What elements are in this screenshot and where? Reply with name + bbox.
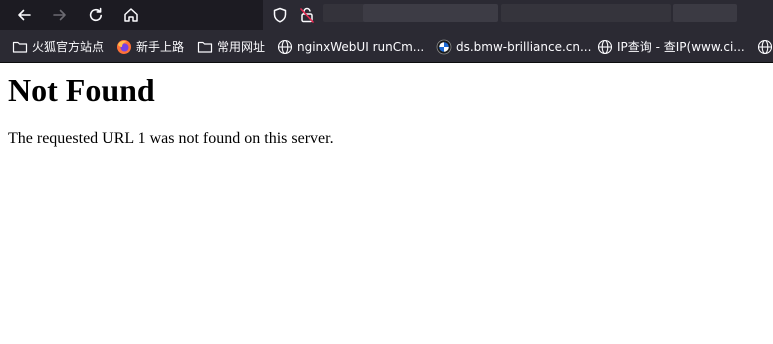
bookmark-ip-query[interactable]: IP查询 - 查IP(www.ci... — [597, 30, 745, 62]
connection-info-button[interactable] — [295, 3, 319, 27]
url-text-blurred — [323, 4, 365, 22]
bookmark-folder-common-sites[interactable]: 常用网址 — [197, 30, 266, 62]
globe-icon — [277, 39, 293, 55]
forward-button[interactable] — [48, 3, 72, 27]
url-text-blurred — [363, 4, 498, 22]
bookmark-label: IP查询 - 查IP(www.ci... — [617, 40, 745, 54]
tracking-protection-button[interactable] — [268, 3, 292, 27]
bookmark-bmw-brilliance[interactable]: ds.bmw-brilliance.cn... — [436, 30, 592, 62]
firefox-icon — [116, 39, 132, 55]
bookmark-label: 常用网址 — [217, 40, 266, 54]
bookmark-label: 新手上路 — [136, 40, 185, 54]
error-message: The requested URL 1 was not found on thi… — [8, 130, 334, 147]
globe-icon — [597, 39, 613, 55]
bookmark-label: nginxWebUI runCm... — [297, 39, 425, 54]
page-content: Not Found The requested URL 1 was not fo… — [0, 64, 773, 344]
arrow-right-icon — [53, 9, 66, 21]
folder-icon — [12, 39, 28, 55]
bookmark-getting-started[interactable]: 新手上路 — [116, 30, 185, 62]
insecure-lock-icon — [300, 7, 314, 23]
home-icon — [124, 8, 138, 22]
reload-icon — [89, 7, 102, 22]
url-bar[interactable] — [263, 0, 773, 30]
bookmark-folder-firefox-official[interactable]: 火狐官方站点 — [12, 30, 105, 62]
back-button[interactable] — [12, 3, 36, 27]
page-title: Not Found — [8, 72, 155, 108]
url-text-blurred — [673, 4, 737, 22]
bookmark-label: ds.bmw-brilliance.cn... — [456, 39, 592, 54]
bmw-icon — [436, 39, 452, 55]
bookmark-label: 火狐官方站点 — [32, 40, 105, 54]
browser-toolbar — [0, 0, 773, 30]
folder-icon — [197, 39, 213, 55]
shield-icon — [273, 7, 287, 23]
url-text-blurred — [501, 4, 671, 22]
reload-button[interactable] — [84, 3, 108, 27]
bookmark-nginxwebui[interactable]: nginxWebUI runCm... — [277, 30, 425, 62]
bookmarks-toolbar: 火狐官方站点 新手上路 常用网址 nginxWebUI runCm... ds.… — [0, 30, 773, 63]
bookmark-overflow[interactable] — [757, 30, 773, 62]
home-button[interactable] — [119, 3, 143, 27]
arrow-left-icon — [18, 9, 31, 21]
globe-icon — [757, 39, 773, 55]
